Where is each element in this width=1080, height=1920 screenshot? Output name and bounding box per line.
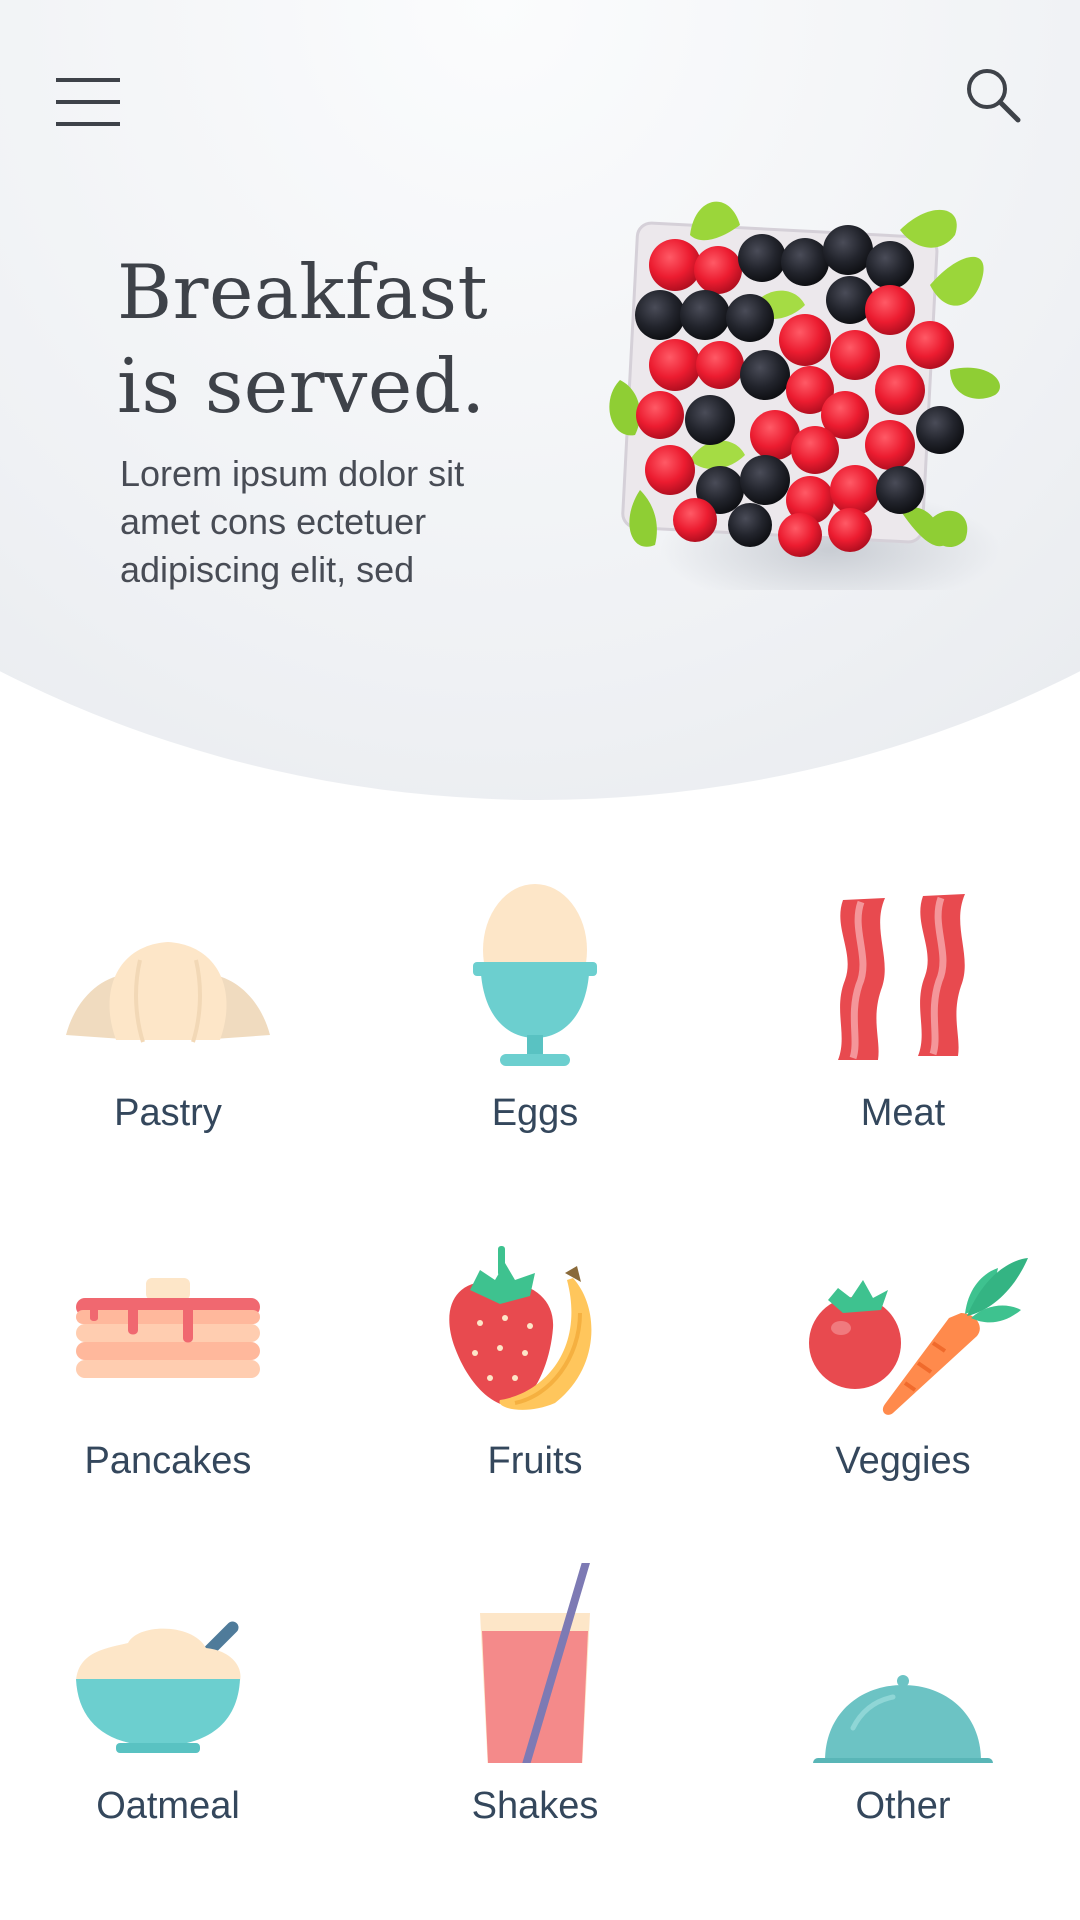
croissant-icon	[66, 942, 270, 1043]
hero-description: Lorem ipsum dolor sit amet cons ectetuer…	[120, 453, 465, 590]
egg-cup-icon	[473, 884, 597, 1066]
category-fruits[interactable]: Fruits	[385, 1218, 685, 1508]
category-label: Fruits	[487, 1440, 583, 1482]
search-icon	[967, 69, 1021, 123]
category-label: Veggies	[835, 1440, 971, 1482]
hero-title-line1: Breakfast	[117, 248, 489, 336]
menu-button[interactable]	[50, 70, 130, 132]
category-label: Pastry	[114, 1092, 222, 1134]
cloche-icon	[813, 1675, 993, 1763]
category-veggies[interactable]: Veggies	[753, 1218, 1053, 1508]
category-other[interactable]: Other	[753, 1563, 1053, 1853]
category-meat[interactable]: Meat	[753, 870, 1053, 1160]
bacon-icon	[838, 894, 965, 1060]
oatmeal-bowl-icon	[76, 1621, 241, 1753]
hero-title: Breakfast is served.	[117, 245, 617, 433]
hamburger-menu-icon	[56, 78, 120, 126]
category-label: Eggs	[491, 1092, 579, 1134]
category-pastry[interactable]: Pastry	[18, 870, 318, 1160]
category-eggs[interactable]: Eggs	[385, 870, 685, 1160]
berries-basket-image	[609, 201, 1000, 590]
category-label: Meat	[860, 1092, 946, 1134]
shake-glass-icon	[480, 1563, 590, 1763]
hero-title-line2: is served.	[117, 342, 486, 430]
category-label: Other	[855, 1785, 951, 1827]
category-shakes[interactable]: Shakes	[385, 1563, 685, 1853]
tomato-carrot-icon	[809, 1258, 1028, 1415]
category-pancakes[interactable]: Pancakes	[18, 1218, 318, 1508]
category-label: Shakes	[471, 1785, 599, 1827]
hero-banner: Breakfast is served. Lorem ipsum dolor s…	[0, 0, 1080, 800]
pancakes-icon	[76, 1278, 260, 1378]
search-button[interactable]	[960, 62, 1030, 132]
strawberry-banana-icon	[449, 1246, 592, 1410]
category-label: Oatmeal	[96, 1785, 240, 1827]
category-oatmeal[interactable]: Oatmeal	[18, 1563, 318, 1853]
category-label: Pancakes	[84, 1440, 252, 1482]
